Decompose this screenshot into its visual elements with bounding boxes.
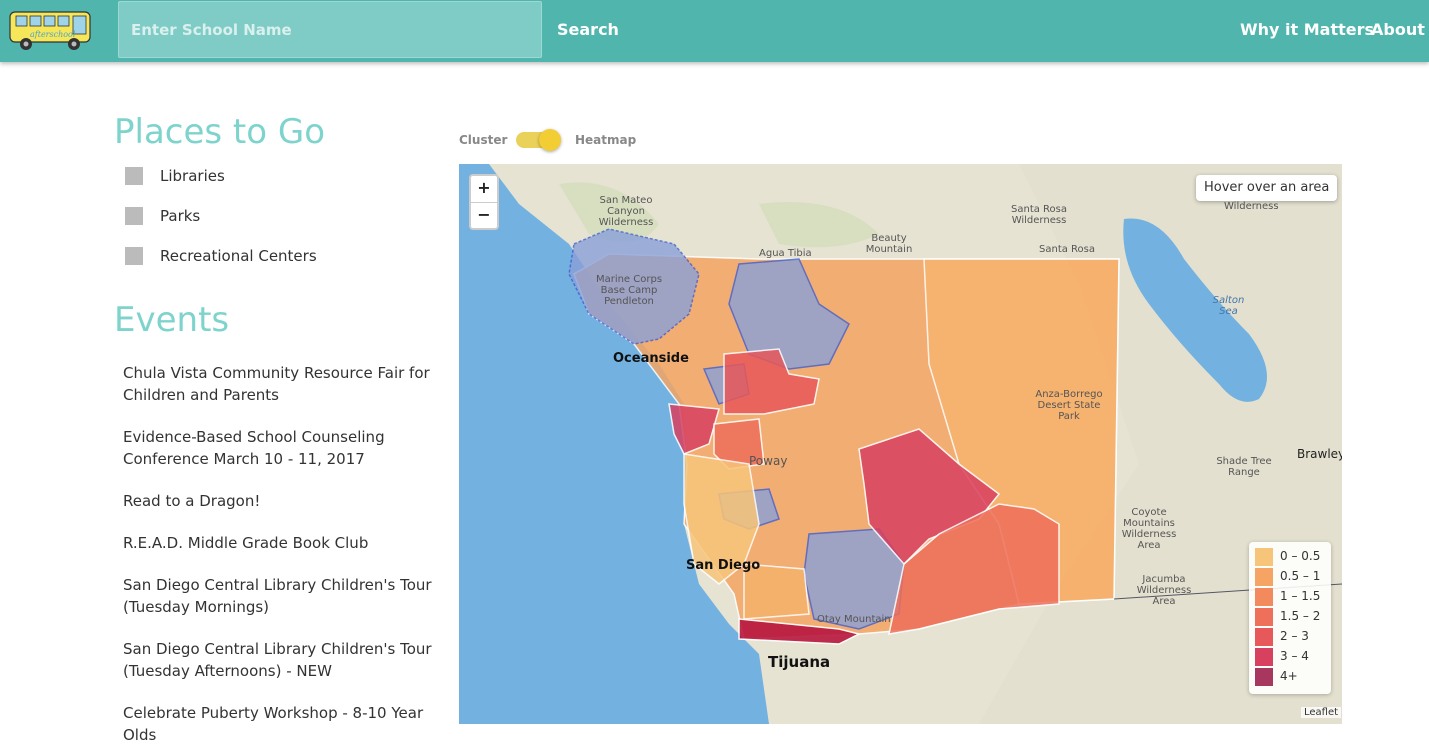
legend-label: 4+ xyxy=(1280,669,1298,683)
checkbox-recreational-centers[interactable] xyxy=(125,247,143,265)
search-button[interactable]: Search xyxy=(557,20,619,39)
zoom-in-button[interactable]: + xyxy=(471,176,497,203)
place-label: Parks xyxy=(160,207,201,225)
map-label-oceanside: Oceanside xyxy=(613,351,689,366)
map-label-san-mateo: San Mateo Canyon Wilderness xyxy=(598,195,654,228)
map-label-beauty-mountain: Beauty Mountain xyxy=(865,233,913,255)
legend-label: 0 – 0.5 xyxy=(1280,549,1321,563)
event-item[interactable]: Evidence-Based School Counseling Confere… xyxy=(123,426,453,470)
event-item[interactable]: Celebrate Puberty Workshop - 8-10 Year O… xyxy=(123,702,453,746)
legend-row: 3 – 4 xyxy=(1249,646,1331,666)
legend-swatch xyxy=(1255,648,1273,666)
heatmap-map[interactable]: Oceanside San Diego Tijuana Poway Marine… xyxy=(459,164,1342,724)
map-label-tijuana: Tijuana xyxy=(768,653,831,671)
legend-row: 4+ xyxy=(1249,666,1331,686)
map-label-pendleton: Marine Corps Base Camp Pendleton xyxy=(595,274,663,307)
map-label-poway: Poway xyxy=(749,454,788,468)
event-item[interactable]: San Diego Central Library Children's Tou… xyxy=(123,638,453,682)
school-search-input[interactable]: Enter School Name xyxy=(118,1,542,58)
legend-label: 2 – 3 xyxy=(1280,629,1309,643)
legend-label: 1.5 – 2 xyxy=(1280,609,1321,623)
map-label-shade-tree: Shade Tree Range xyxy=(1216,456,1272,478)
logo-text: afterschool xyxy=(30,30,76,39)
toggle-label-heatmap: Heatmap xyxy=(575,133,637,147)
zoom-out-button[interactable]: − xyxy=(471,203,497,229)
map-label-wilderness: Wilderness xyxy=(1224,201,1279,212)
legend-swatch xyxy=(1255,588,1273,606)
legend-swatch xyxy=(1255,608,1273,626)
place-label: Recreational Centers xyxy=(160,247,317,265)
events-heading: Events xyxy=(114,300,230,340)
legend-row: 2 – 3 xyxy=(1249,626,1331,646)
event-item[interactable]: Chula Vista Community Resource Fair for … xyxy=(123,362,453,406)
nav-about[interactable]: About xyxy=(1371,20,1425,39)
legend-row: 1.5 – 2 xyxy=(1249,606,1331,626)
legend-label: 1 – 1.5 xyxy=(1280,589,1321,603)
checkbox-parks[interactable] xyxy=(125,207,143,225)
school-bus-logo-icon[interactable]: afterschool xyxy=(8,8,94,54)
leaflet-attribution-link[interactable]: Leaflet xyxy=(1301,707,1342,718)
map-label-brawley: Brawley xyxy=(1297,447,1342,461)
event-item[interactable]: R.E.A.D. Middle Grade Book Club xyxy=(123,532,453,554)
map-label-santa-rosa-wilderness: Santa Rosa Wilderness xyxy=(1011,204,1067,226)
hover-info-box: Hover over an area xyxy=(1196,175,1338,201)
zoom-control: + − xyxy=(469,174,499,230)
toggle-label-cluster: Cluster xyxy=(459,133,508,147)
legend-row: 0 – 0.5 xyxy=(1249,546,1331,566)
legend-swatch xyxy=(1255,548,1273,566)
legend-swatch xyxy=(1255,668,1273,686)
event-item[interactable]: San Diego Central Library Children's Tou… xyxy=(123,574,453,618)
cluster-heatmap-switch[interactable] xyxy=(516,129,561,151)
top-navbar: afterschool Enter School Name Search Why… xyxy=(0,0,1429,62)
switch-knob[interactable] xyxy=(539,129,561,151)
legend-row: 0.5 – 1 xyxy=(1249,566,1331,586)
legend-label: 0.5 – 1 xyxy=(1280,569,1321,583)
map-label-otay: Otay Mountain xyxy=(817,614,891,625)
map-label-san-diego: San Diego xyxy=(686,558,761,573)
map-label-salton-sea: Salton Sea xyxy=(1212,295,1245,317)
legend-swatch xyxy=(1255,628,1273,646)
map-label-santa-rosa: Santa Rosa xyxy=(1039,244,1095,255)
event-item[interactable]: Read to a Dragon! xyxy=(123,490,453,512)
nav-why-it-matters[interactable]: Why it Matters xyxy=(1240,20,1374,39)
map-legend: 0 – 0.5 0.5 – 1 1 – 1.5 1.5 – 2 2 – 3 3 … xyxy=(1249,542,1331,694)
legend-row: 1 – 1.5 xyxy=(1249,586,1331,606)
places-to-go-heading: Places to Go xyxy=(114,112,326,152)
place-label: Libraries xyxy=(160,167,225,185)
checkbox-libraries[interactable] xyxy=(125,167,143,185)
map-label-agua-tibia: Agua Tibia xyxy=(759,248,812,259)
legend-swatch xyxy=(1255,568,1273,586)
legend-label: 3 – 4 xyxy=(1280,649,1309,663)
map-label-anza-borrego: Anza-Borrego Desert State Park xyxy=(1035,389,1103,422)
map-label-coyote: Coyote Mountains Wilderness Area xyxy=(1121,507,1177,551)
map-label-jacumba: Jacumba Wilderness Area xyxy=(1136,574,1192,607)
